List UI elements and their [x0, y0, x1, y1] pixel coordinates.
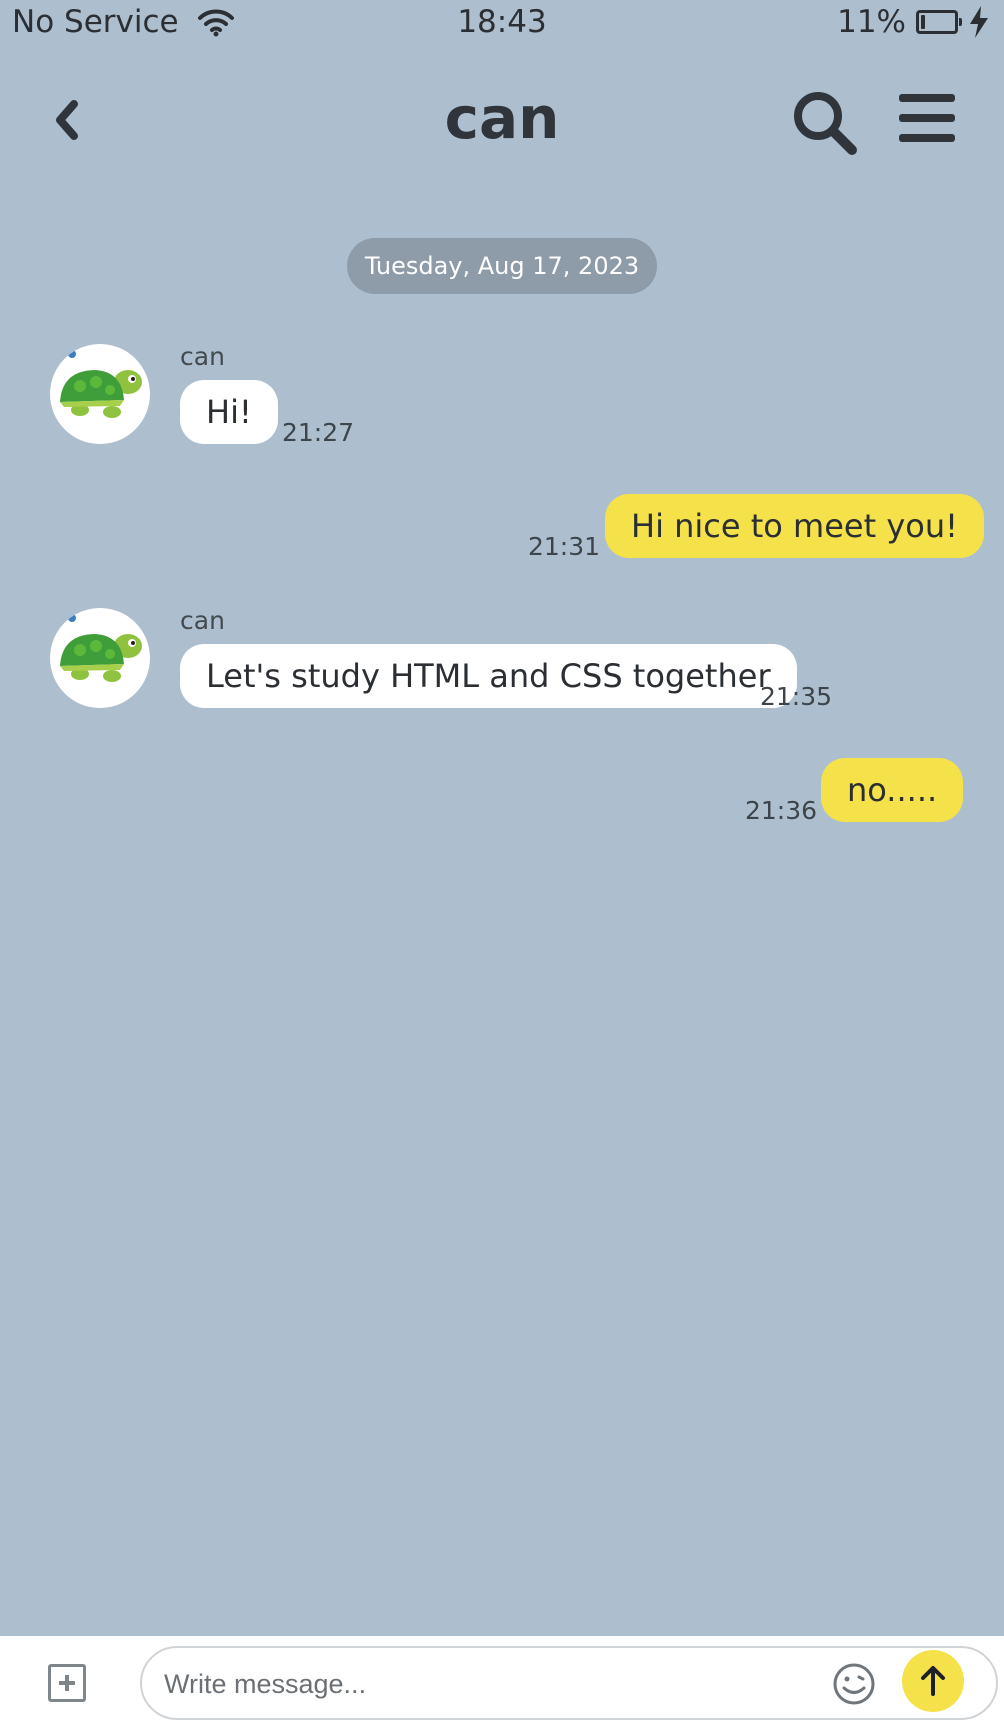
message-bubble-outgoing[interactable]: Hi nice to meet you! — [605, 494, 984, 558]
battery-percent: 11% — [837, 4, 906, 40]
message-composer — [0, 1636, 1004, 1730]
status-right: 11% — [837, 4, 990, 40]
send-button[interactable] — [902, 1650, 964, 1712]
avatar[interactable] — [50, 344, 150, 444]
message-bubble-incoming[interactable]: Hi! — [180, 380, 278, 444]
message-time: 21:31 — [528, 532, 601, 561]
battery-icon — [916, 10, 962, 34]
search-button[interactable] — [790, 90, 860, 160]
add-attachment-button[interactable] — [48, 1664, 86, 1702]
chat-header: can — [0, 60, 1004, 180]
avatar[interactable] — [50, 608, 150, 708]
sender-name: can — [180, 606, 225, 635]
sender-name: can — [180, 342, 225, 371]
message-bubble-incoming[interactable]: Let's study HTML and CSS together — [180, 644, 797, 708]
menu-button[interactable] — [895, 90, 959, 150]
search-icon — [794, 92, 857, 155]
message-input-wrapper — [140, 1646, 998, 1720]
date-separator: Tuesday, Aug 17, 2023 — [347, 238, 657, 294]
turtle-avatar — [60, 614, 142, 682]
arrow-up-icon — [921, 1666, 945, 1696]
message-bubble-outgoing[interactable]: no..... — [821, 758, 964, 822]
lightning-icon — [970, 6, 988, 38]
message-time: 21:35 — [760, 682, 833, 711]
message-time: 21:36 — [745, 796, 818, 825]
emoji-button[interactable] — [832, 1662, 876, 1706]
status-bar: No Service 18:43 11% — [0, 0, 1004, 50]
hamburger-menu-icon — [899, 94, 955, 142]
turtle-avatar — [60, 350, 142, 418]
message-input[interactable] — [162, 1660, 726, 1708]
battery-fill — [921, 15, 925, 29]
message-time: 21:27 — [282, 418, 355, 447]
smiley-icon — [833, 1663, 875, 1705]
